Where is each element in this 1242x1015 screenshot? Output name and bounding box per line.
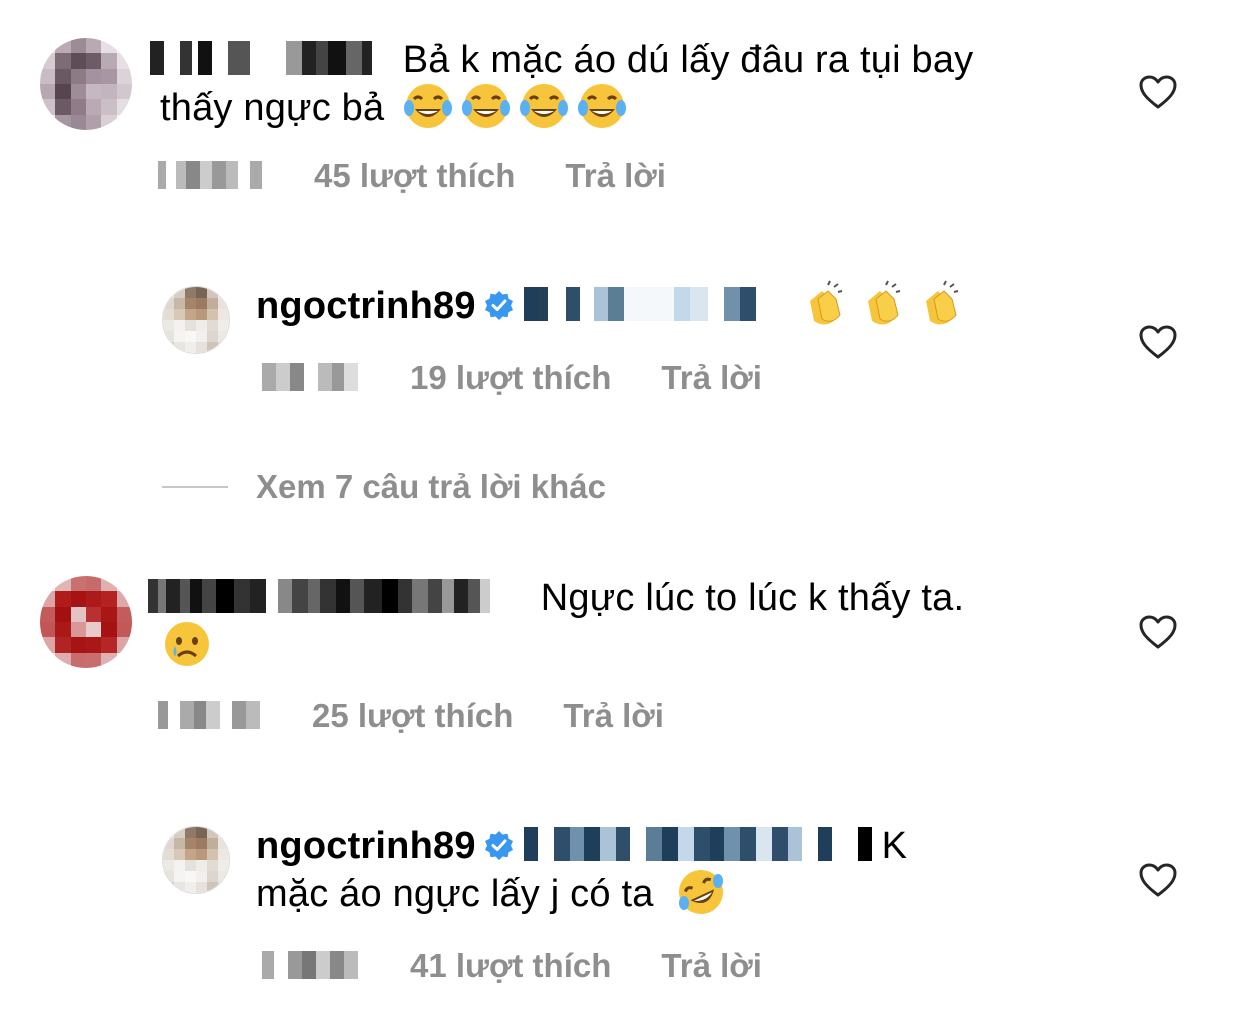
divider-line: [162, 486, 228, 489]
likes-count[interactable]: 41 lượt thích: [410, 947, 611, 984]
redacted-timestamp: [262, 363, 358, 392]
reply-text: ngoctrinh89: [256, 279, 1076, 333]
username[interactable]: ngoctrinh89: [256, 285, 476, 327]
likes-count[interactable]: 45 lượt thích: [314, 157, 515, 194]
redacted-timestamp: [262, 951, 358, 980]
comment-item: Ngực lúc to lúc k thấy ta. 25 lượt thích…: [0, 560, 1242, 760]
rolling-laughing-emoji: [676, 867, 726, 917]
avatar[interactable]: [162, 826, 230, 894]
reply-button[interactable]: Trả lời: [661, 947, 762, 984]
comment-text: Ngực lúc to lúc k thấy ta.: [148, 574, 1108, 673]
likes-count[interactable]: 25 lượt thích: [312, 697, 513, 734]
reply-item: ngoctrinh89 19 lượt thích Trả lời: [0, 260, 1242, 410]
username[interactable]: ngoctrinh89: [256, 825, 476, 867]
redacted-text: [523, 286, 780, 321]
redacted-username[interactable]: [148, 578, 530, 613]
avatar[interactable]: [40, 38, 132, 130]
comment-meta: 45 lượt thích Trả lời: [158, 156, 666, 196]
crying-face-emoji: [162, 619, 212, 669]
laughing-tears-emoji: [403, 81, 453, 131]
redacted-timestamp: [158, 701, 260, 730]
reply-button[interactable]: Trả lời: [563, 697, 664, 734]
laughing-tears-emoji: [519, 81, 569, 131]
reply-text: ngoctrinh89 K mặc áo ngực lấy j có ta: [256, 822, 1116, 921]
reply-item: ngoctrinh89 K mặc áo ngực lấy j có ta 41…: [0, 800, 1242, 1000]
reply-button[interactable]: Trả lời: [565, 157, 666, 194]
reply-body-tail: K: [881, 825, 908, 867]
likes-count[interactable]: 19 lượt thích: [410, 359, 611, 396]
view-more-label[interactable]: Xem 7 câu trả lời khác: [256, 468, 606, 505]
heart-icon[interactable]: [1138, 862, 1178, 898]
heart-icon[interactable]: [1138, 74, 1178, 110]
laughing-tears-emoji: [577, 81, 627, 131]
heart-icon[interactable]: [1138, 324, 1178, 360]
redacted-text: [523, 826, 882, 861]
clapping-hands-emoji: [798, 279, 848, 329]
reply-button[interactable]: Trả lời: [661, 359, 762, 396]
reply-meta: 41 lượt thích Trả lời: [262, 946, 762, 986]
clapping-hands-emoji: [856, 279, 906, 329]
verified-badge-icon: [484, 830, 513, 860]
redacted-username[interactable]: [150, 40, 392, 75]
heart-icon[interactable]: [1138, 614, 1178, 650]
comment-meta: 25 lượt thích Trả lời: [158, 696, 664, 736]
verified-badge-icon: [484, 290, 513, 320]
laughing-tears-emoji: [461, 81, 511, 131]
view-more-replies[interactable]: Xem 7 câu trả lời khác: [162, 465, 606, 509]
redacted-timestamp: [158, 161, 262, 190]
reply-body-line2: mặc áo ngực lấy j có ta: [256, 873, 654, 915]
comment-body: Bả k mặc áo dú lấy đâu ra tụi bay: [402, 39, 974, 81]
avatar[interactable]: [162, 286, 230, 354]
clapping-hands-emoji: [914, 279, 964, 329]
comment-item: Bả k mặc áo dú lấy đâu ra tụi bay thấy n…: [0, 0, 1242, 230]
comment-body: Ngực lúc to lúc k thấy ta.: [540, 577, 965, 619]
comment-text: Bả k mặc áo dú lấy đâu ra tụi bay thấy n…: [150, 36, 1110, 135]
comment-body-line2: thấy ngực bả: [160, 87, 385, 129]
avatar[interactable]: [40, 576, 132, 668]
reply-meta: 19 lượt thích Trả lời: [262, 358, 762, 398]
